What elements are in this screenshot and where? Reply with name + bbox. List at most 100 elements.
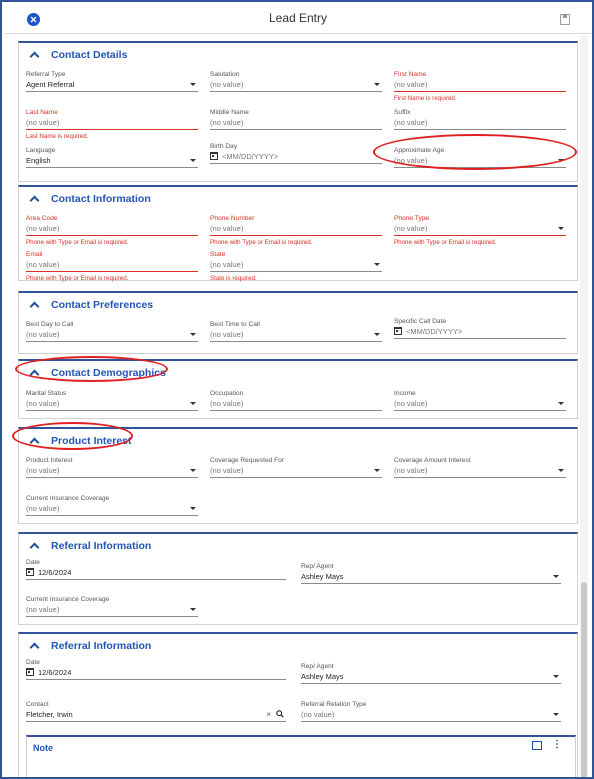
chevron-up-icon[interactable] <box>29 300 39 310</box>
contact-search-field[interactable]: Contact Fletcher, Irwin × <box>26 700 286 722</box>
chevron-up-icon[interactable] <box>29 194 39 204</box>
search-icon[interactable] <box>276 710 284 718</box>
first-name-field[interactable]: First Name (no value) First Name is requ… <box>394 70 566 102</box>
field-value[interactable]: Fletcher, Irwin × <box>26 709 286 722</box>
section-header[interactable]: Contact Preferences <box>29 297 153 313</box>
more-options-icon[interactable]: ⋮ <box>552 740 562 750</box>
field-value[interactable]: (no value) <box>26 259 198 272</box>
field-value[interactable]: <MM/DD/YYYY> <box>210 151 382 164</box>
approximate-age-select[interactable]: Approximate Age (no value) <box>394 146 566 168</box>
section-header[interactable]: Contact Information <box>29 191 151 207</box>
field-value[interactable]: (no value) <box>394 79 566 92</box>
last-name-field[interactable]: Last Name (no value) Last Name is requir… <box>26 108 198 140</box>
occupation-field[interactable]: Occupation (no value) <box>210 389 382 411</box>
clear-icon[interactable]: × <box>266 709 271 721</box>
field-value[interactable]: (no value) <box>394 117 566 130</box>
dropdown-arrow-icon[interactable] <box>558 402 564 405</box>
dropdown-arrow-icon[interactable] <box>553 675 559 678</box>
field-value[interactable]: Agent Referral <box>26 79 198 92</box>
state-select[interactable]: State (no value) State is required. <box>210 250 382 282</box>
dropdown-arrow-icon[interactable] <box>558 159 564 162</box>
save-icon[interactable] <box>560 14 570 25</box>
dropdown-arrow-icon[interactable] <box>190 402 196 405</box>
field-value[interactable]: (no value) <box>26 503 198 516</box>
field-value[interactable]: <MM/DD/YYYY> <box>394 326 566 339</box>
dropdown-arrow-icon[interactable] <box>190 608 196 611</box>
field-value[interactable]: (no value) <box>26 398 198 411</box>
marital-status-select[interactable]: Marital Status (no value) <box>26 389 198 411</box>
product-interest-select[interactable]: Product Interest (no value) <box>26 456 198 478</box>
field-value[interactable]: (no value) <box>394 398 566 411</box>
section-header[interactable]: Contact Demographics <box>29 365 166 381</box>
chevron-up-icon[interactable] <box>29 436 39 446</box>
calendar-icon[interactable] <box>26 568 34 576</box>
field-value[interactable]: 12/6/2024 <box>26 667 286 680</box>
field-value[interactable]: (no value) <box>210 223 382 236</box>
field-value[interactable]: (no value) <box>26 329 198 342</box>
phone-type-select[interactable]: Phone Type (no value) Phone with Type or… <box>394 214 566 246</box>
referral-relation-type-select[interactable]: Referral Relation Type (no value) <box>301 700 561 722</box>
chevron-up-icon[interactable] <box>29 641 39 651</box>
field-value[interactable]: (no value) <box>210 329 382 342</box>
field-value[interactable]: (no value) <box>210 79 382 92</box>
referral-date-field[interactable]: Date 12/6/2024 <box>26 658 286 680</box>
referral-type-select[interactable]: Referral Type Agent Referral <box>26 70 198 92</box>
field-value[interactable]: (no value) <box>26 117 198 130</box>
dropdown-arrow-icon[interactable] <box>190 507 196 510</box>
field-value[interactable]: (no value) <box>210 117 382 130</box>
field-value[interactable]: (no value) <box>26 465 198 478</box>
field-value[interactable]: (no value) <box>301 709 561 722</box>
dropdown-arrow-icon[interactable] <box>553 713 559 716</box>
field-value[interactable]: (no value) <box>210 398 382 411</box>
calendar-icon[interactable] <box>210 152 218 160</box>
vertical-scrollbar[interactable] <box>580 35 588 777</box>
best-time-select[interactable]: Best Time to Call (no value) <box>210 320 382 342</box>
field-value[interactable]: (no value) <box>394 465 566 478</box>
dropdown-arrow-icon[interactable] <box>553 575 559 578</box>
chevron-up-icon[interactable] <box>29 50 39 60</box>
chevron-up-icon[interactable] <box>29 368 39 378</box>
dropdown-arrow-icon[interactable] <box>558 469 564 472</box>
section-header[interactable]: Referral Information <box>29 538 151 554</box>
phone-number-field[interactable]: Phone Number (no value) Phone with Type … <box>210 214 382 246</box>
rep-agent-select[interactable]: Rep/ Agent Ashley Mays <box>301 662 561 684</box>
field-value[interactable]: (no value) <box>210 465 382 478</box>
coverage-requested-select[interactable]: Coverage Requested For (no value) <box>210 456 382 478</box>
field-value[interactable]: English <box>26 155 198 168</box>
dropdown-arrow-icon[interactable] <box>374 469 380 472</box>
dropdown-arrow-icon[interactable] <box>558 227 564 230</box>
field-value[interactable]: Ashley Mays <box>301 571 561 584</box>
field-value[interactable]: 12/6/2024 <box>26 567 286 580</box>
dropdown-arrow-icon[interactable] <box>374 333 380 336</box>
rep-agent-select[interactable]: Rep/ Agent Ashley Mays <box>301 562 561 584</box>
field-value[interactable]: Ashley Mays <box>301 671 561 684</box>
field-value[interactable]: (no value) <box>210 259 382 272</box>
dropdown-arrow-icon[interactable] <box>190 159 196 162</box>
calendar-icon[interactable] <box>26 668 34 676</box>
current-coverage-select[interactable]: Current Insurance Coverage (no value) <box>26 494 198 516</box>
section-header[interactable]: Contact Details <box>29 47 127 63</box>
dropdown-arrow-icon[interactable] <box>190 83 196 86</box>
area-code-field[interactable]: Area Code (no value) Phone with Type or … <box>26 214 198 246</box>
coverage-amount-select[interactable]: Coverage Amount Interest (no value) <box>394 456 566 478</box>
chevron-up-icon[interactable] <box>29 541 39 551</box>
scrollbar-thumb[interactable] <box>581 582 587 777</box>
field-value[interactable]: (no value) <box>26 604 198 617</box>
dropdown-arrow-icon[interactable] <box>190 469 196 472</box>
dropdown-arrow-icon[interactable] <box>374 83 380 86</box>
salutation-select[interactable]: Salutation (no value) <box>210 70 382 92</box>
dropdown-arrow-icon[interactable] <box>190 333 196 336</box>
birth-day-field[interactable]: Birth Day <MM/DD/YYYY> <box>210 142 382 164</box>
income-select[interactable]: Income (no value) <box>394 389 566 411</box>
suffix-field[interactable]: Suffix (no value) <box>394 108 566 130</box>
field-value[interactable]: (no value) <box>26 223 198 236</box>
add-note-icon[interactable] <box>532 741 542 750</box>
referral-date-field[interactable]: Date 12/6/2024 <box>26 558 286 580</box>
dropdown-arrow-icon[interactable] <box>374 263 380 266</box>
calendar-icon[interactable] <box>394 327 402 335</box>
best-day-select[interactable]: Best Day to Call (no value) <box>26 320 198 342</box>
middle-name-field[interactable]: Middle Name (no value) <box>210 108 382 130</box>
field-value[interactable]: (no value) <box>394 155 566 168</box>
section-header[interactable]: Referral Information <box>29 638 151 654</box>
language-select[interactable]: Language English <box>26 146 198 168</box>
